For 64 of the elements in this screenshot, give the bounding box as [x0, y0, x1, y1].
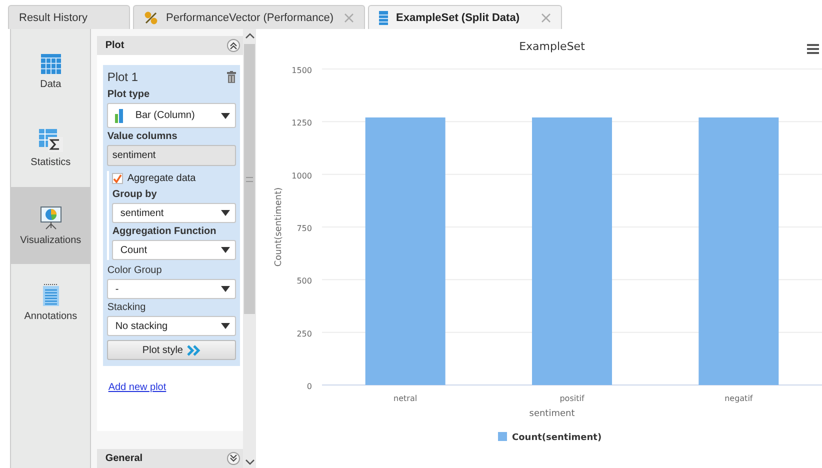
- dropdown-caret-icon: [221, 286, 230, 292]
- bar-chart-icon: [115, 108, 124, 122]
- trash-icon[interactable]: [227, 70, 236, 82]
- field-label: Value columns: [107, 131, 178, 142]
- checkmark-icon: [113, 174, 122, 183]
- table-icon: [379, 10, 388, 24]
- scroll-thumb[interactable]: [244, 44, 256, 314]
- sidebar-item[interactable]: Data: [11, 33, 90, 110]
- scrollbar[interactable]: [243, 29, 256, 468]
- dropdown[interactable]: No stacking: [107, 316, 236, 336]
- scroll-down-icon[interactable]: [244, 458, 255, 466]
- dropdown[interactable]: -: [107, 279, 236, 299]
- legend-label[interactable]: Count(sentiment): [512, 433, 602, 443]
- checkbox-label: Aggregate data: [127, 173, 196, 184]
- tab[interactable]: Result History: [8, 5, 130, 29]
- tab[interactable]: ExampleSet (Split Data): [368, 5, 562, 29]
- axis-tick-label: 1250: [292, 118, 312, 128]
- axis-title: sentiment: [529, 409, 575, 419]
- tab[interactable]: PerformanceVector (Performance): [133, 5, 365, 29]
- dropdown[interactable]: Bar (Column): [107, 103, 236, 128]
- axis-tick-label: 1500: [292, 66, 312, 75]
- legend-swatch: [498, 432, 507, 441]
- axis-tick-label: negatif: [724, 394, 753, 403]
- axis-title: Count(sentiment): [274, 187, 284, 267]
- dropdown-caret-icon: [221, 210, 230, 216]
- dropdown-caret-icon: [221, 112, 230, 118]
- double-chevron-icon: [187, 344, 201, 356]
- collapse-icon[interactable]: [227, 39, 240, 52]
- axis-tick-label: positif: [560, 394, 584, 403]
- sidebar-item[interactable]: Annotations: [11, 264, 90, 341]
- dropdown-caret-icon: [221, 247, 230, 253]
- axis-tick-label: 1000: [292, 171, 312, 180]
- field-label: Stacking: [107, 302, 147, 313]
- section-title: General: [105, 453, 143, 464]
- percent-icon: [144, 10, 158, 24]
- axis-tick-label: netral: [394, 394, 418, 403]
- field-label: Plot type: [107, 89, 151, 100]
- sidebar-item[interactable]: Statistics: [11, 110, 90, 187]
- input-field[interactable]: sentiment: [107, 145, 236, 166]
- plot-title: Plot 1: [107, 70, 138, 84]
- checkbox[interactable]: [112, 173, 124, 184]
- field-label: Aggregation Function: [112, 226, 218, 237]
- axis-tick-label: 0: [306, 382, 312, 391]
- sidebar-item[interactable]: Visualizations: [11, 187, 90, 264]
- menu-icon[interactable]: [807, 44, 819, 54]
- plot-style-button[interactable]: Plot style: [107, 340, 236, 360]
- field-label: Color Group: [107, 265, 163, 276]
- section-header[interactable]: Plot: [97, 36, 244, 55]
- section-header[interactable]: General: [97, 449, 244, 468]
- scroll-up-icon[interactable]: [244, 32, 255, 40]
- pie-chart-icon: [38, 206, 63, 230]
- section-title: Plot: [105, 40, 124, 51]
- axis-tick-label: 750: [296, 224, 312, 233]
- chart-title: ExampleSet: [519, 40, 585, 53]
- axis-tick-label: 250: [296, 329, 312, 338]
- expand-icon[interactable]: [227, 452, 240, 465]
- table-icon: [40, 54, 61, 74]
- dropdown[interactable]: Count: [112, 240, 236, 260]
- add-plot-link[interactable]: Add new plot: [108, 382, 166, 393]
- dropdown-caret-icon: [221, 323, 230, 329]
- axis-tick-label: 500: [296, 276, 312, 286]
- field-label: Group by: [112, 189, 158, 200]
- notepad-icon: [42, 283, 60, 306]
- dropdown[interactable]: sentiment: [112, 203, 236, 223]
